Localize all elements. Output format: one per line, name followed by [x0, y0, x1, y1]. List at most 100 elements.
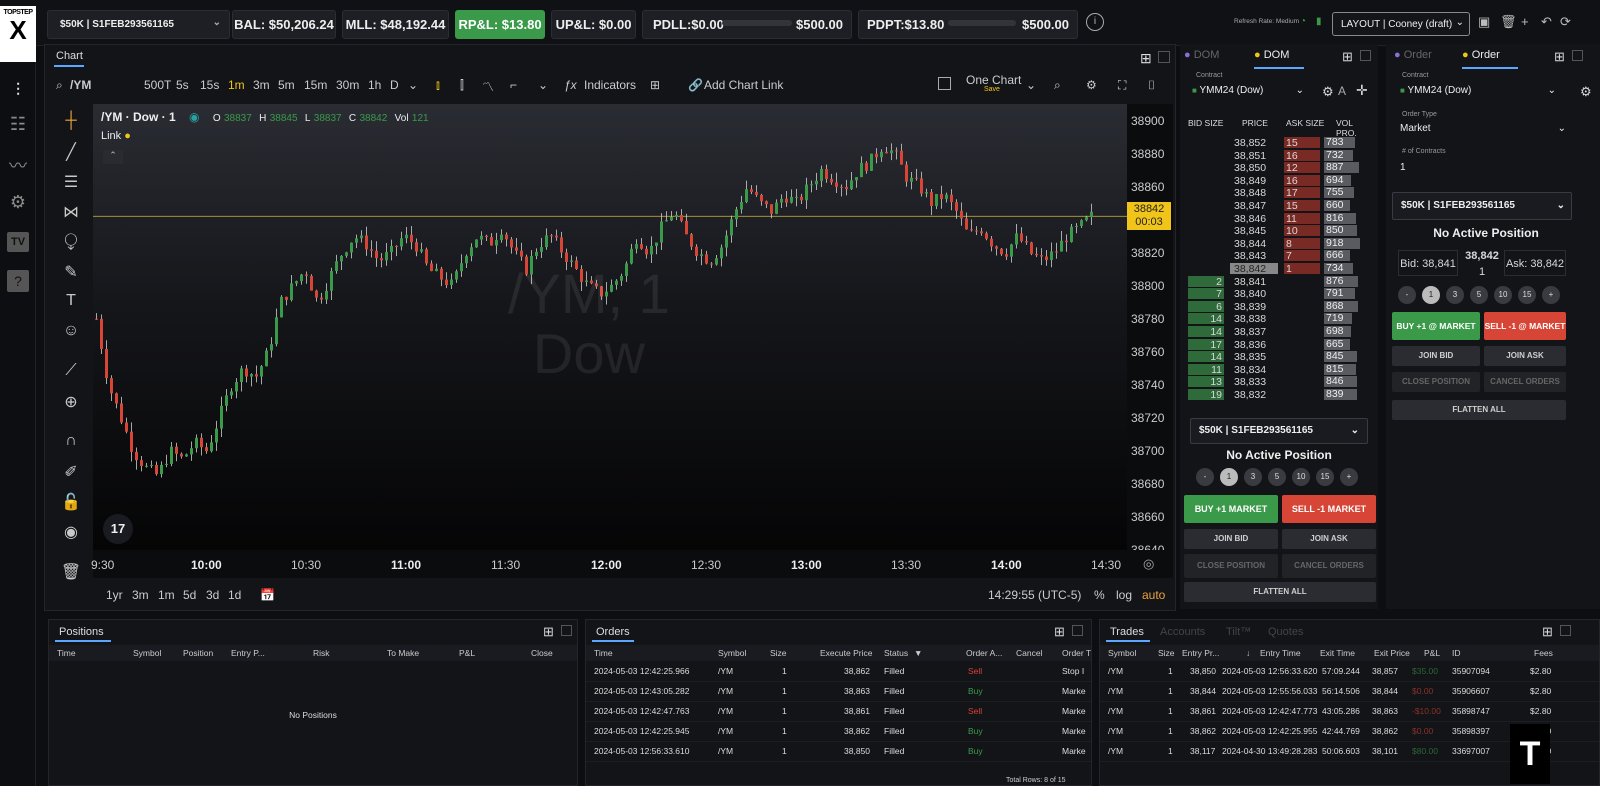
- dom-join-bid-button[interactable]: JOIN BID: [1184, 529, 1278, 549]
- fib-icon[interactable]: ☰: [60, 172, 82, 194]
- col-close[interactable]: Close: [531, 645, 553, 661]
- dom-qty-button[interactable]: 5: [1268, 468, 1286, 486]
- ask-size-cell[interactable]: [1284, 276, 1320, 287]
- tab-orders[interactable]: Orders: [588, 622, 638, 642]
- ask-size-cell[interactable]: 11: [1284, 212, 1320, 225]
- order-join-bid-button[interactable]: JOIN BID: [1392, 346, 1480, 366]
- maximize-icon[interactable]: [1158, 51, 1170, 63]
- bid-size-cell[interactable]: [1188, 263, 1224, 274]
- col-order-action[interactable]: Order A...: [966, 645, 1002, 661]
- order-qty-button[interactable]: 3: [1446, 286, 1464, 304]
- col-cancel[interactable]: Cancel: [1016, 645, 1042, 661]
- ask-size-cell[interactable]: [1284, 339, 1320, 350]
- delete-icon[interactable]: 🗑: [1500, 14, 1517, 30]
- bid-size-cell[interactable]: [1188, 250, 1224, 261]
- bid-size-cell[interactable]: 14: [1188, 326, 1224, 338]
- dom-row[interactable]: 7 38,840 791: [1184, 287, 1372, 300]
- one-chart-checkbox[interactable]: [938, 77, 951, 90]
- col-symbol[interactable]: Symbol: [133, 645, 161, 661]
- fullscreen-icon[interactable]: ⛶: [1118, 78, 1126, 93]
- bid-size-cell[interactable]: [1188, 137, 1224, 148]
- ask-size-cell[interactable]: [1284, 288, 1320, 299]
- add-panel-icon[interactable]: ⊞: [1342, 49, 1353, 65]
- maximize-icon[interactable]: [561, 625, 572, 636]
- tab-trades[interactable]: Trades: [1102, 622, 1152, 642]
- bid-size-cell[interactable]: [1188, 187, 1224, 198]
- ask-size-cell[interactable]: 15: [1284, 200, 1320, 212]
- price-cell[interactable]: 38,844: [1230, 238, 1278, 250]
- text-icon[interactable]: T: [60, 292, 82, 314]
- bid-size-cell[interactable]: 14: [1188, 313, 1224, 325]
- range-1d[interactable]: 1d: [228, 588, 241, 602]
- add-panel-icon[interactable]: ⊞: [543, 624, 554, 640]
- order-qty-button[interactable]: +: [1542, 286, 1560, 304]
- col-status[interactable]: Status: [884, 645, 908, 661]
- zoom-in-icon[interactable]: ⊕: [60, 392, 82, 414]
- col-pnl[interactable]: P&L: [1424, 645, 1440, 661]
- col-to-make[interactable]: To Make: [387, 645, 419, 661]
- font-size-icon[interactable]: A: [1338, 84, 1346, 98]
- brush-icon[interactable]: ✎: [60, 262, 82, 284]
- col-size[interactable]: Size: [1158, 645, 1175, 661]
- ruler-icon[interactable]: ⟋: [60, 362, 82, 384]
- interval-15m[interactable]: 15m: [304, 78, 327, 92]
- search-icon[interactable]: ⌕: [56, 78, 63, 93]
- order-type-select[interactable]: Market ⌄: [1392, 118, 1572, 140]
- indicators-button[interactable]: Indicators: [584, 78, 636, 92]
- col-fees[interactable]: Fees: [1534, 645, 1553, 661]
- bars-icon[interactable]: ⫿: [460, 78, 464, 93]
- maximize-icon[interactable]: [1072, 625, 1083, 636]
- tab-order-inactive[interactable]: ● Order: [1394, 49, 1432, 61]
- maximize-icon[interactable]: [1572, 50, 1583, 61]
- price-cell[interactable]: 38,852: [1230, 137, 1278, 149]
- dom-row[interactable]: 6 38,839 868: [1184, 300, 1372, 313]
- dom-row[interactable]: 14 38,838 719: [1184, 312, 1372, 325]
- table-row[interactable]: /YM 1 38,861 2024-05-03 12:42:47.773 43:05.2…: [1100, 702, 1599, 722]
- crosshair-icon[interactable]: ┼: [60, 112, 82, 134]
- bid-size-cell[interactable]: 19: [1188, 389, 1224, 401]
- sort-icon[interactable]: ↓: [1246, 645, 1250, 661]
- bid-display[interactable]: Bid: 38,841: [1398, 250, 1458, 276]
- add-panel-icon[interactable]: ⊞: [1140, 50, 1152, 67]
- projection-icon[interactable]: ⧬: [60, 232, 82, 254]
- table-row[interactable]: /YM 1 38,850 2024-05-03 12:56:33.620 57:09.2…: [1100, 662, 1599, 682]
- pencil-lock-icon[interactable]: ✐: [60, 462, 82, 484]
- col-time[interactable]: Time: [57, 645, 76, 661]
- price-cell[interactable]: 38,840: [1230, 288, 1278, 300]
- dom-row[interactable]: 38,851 16 732: [1184, 149, 1372, 162]
- interval-30m[interactable]: 30m: [336, 78, 359, 92]
- price-cell[interactable]: 38,847: [1230, 200, 1278, 212]
- ask-size-cell[interactable]: 12: [1284, 162, 1320, 174]
- dom-row[interactable]: 14 38,835 845: [1184, 350, 1372, 363]
- price-cell[interactable]: 38,838: [1230, 313, 1278, 325]
- dom-row[interactable]: 11 38,834 815: [1184, 363, 1372, 376]
- tab-accounts[interactable]: Accounts: [1152, 622, 1213, 642]
- bid-size-cell[interactable]: [1188, 150, 1224, 161]
- dom-account-select[interactable]: $50K | S1FEB293561165 ⌄: [1190, 418, 1368, 444]
- dom-row[interactable]: 38,843 7 666: [1184, 249, 1372, 262]
- add-icon[interactable]: +: [1521, 14, 1529, 29]
- dom-sell-market-button[interactable]: SELL -1 MARKET: [1282, 495, 1376, 523]
- range-5d[interactable]: 5d: [183, 588, 196, 602]
- dom-buy-market-button[interactable]: BUY +1 MARKET: [1184, 495, 1278, 523]
- dom-row[interactable]: 13 38,833 846: [1184, 375, 1372, 388]
- table-row[interactable]: 2024-05-03 12:42:47.763/YM 1 38,861 Filled S…: [586, 702, 1091, 722]
- ticks-button[interactable]: 500T: [144, 78, 171, 92]
- camera-icon[interactable]: ⌷: [1148, 78, 1155, 93]
- price-cell[interactable]: 38,849: [1230, 175, 1278, 187]
- lock-icon[interactable]: 🔓: [60, 492, 82, 514]
- buy-at-market-button[interactable]: BUY +1 @ MARKET: [1392, 312, 1480, 340]
- ask-size-cell[interactable]: 15: [1284, 137, 1320, 149]
- ask-size-cell[interactable]: [1284, 326, 1320, 337]
- price-cell[interactable]: 38,839: [1230, 301, 1278, 313]
- bid-size-cell[interactable]: 14: [1188, 351, 1224, 363]
- table-row[interactable]: /YM 1 38,844 2024-05-03 12:55:56.033 56:14.5…: [1100, 682, 1599, 702]
- redo-icon[interactable]: ⟳: [1560, 14, 1571, 30]
- maximize-icon[interactable]: [1360, 50, 1371, 61]
- dom-row[interactable]: 38,848 17 755: [1184, 186, 1372, 199]
- tab-order-active[interactable]: ● Order: [1462, 49, 1500, 61]
- col-size[interactable]: Size: [770, 645, 787, 661]
- chevron-down-icon[interactable]: ⌄: [538, 78, 548, 92]
- table-row[interactable]: 2024-05-03 12:56:33.610/YM 1 38,850 Filled B…: [586, 742, 1091, 762]
- dom-row[interactable]: 38,847 15 660: [1184, 199, 1372, 212]
